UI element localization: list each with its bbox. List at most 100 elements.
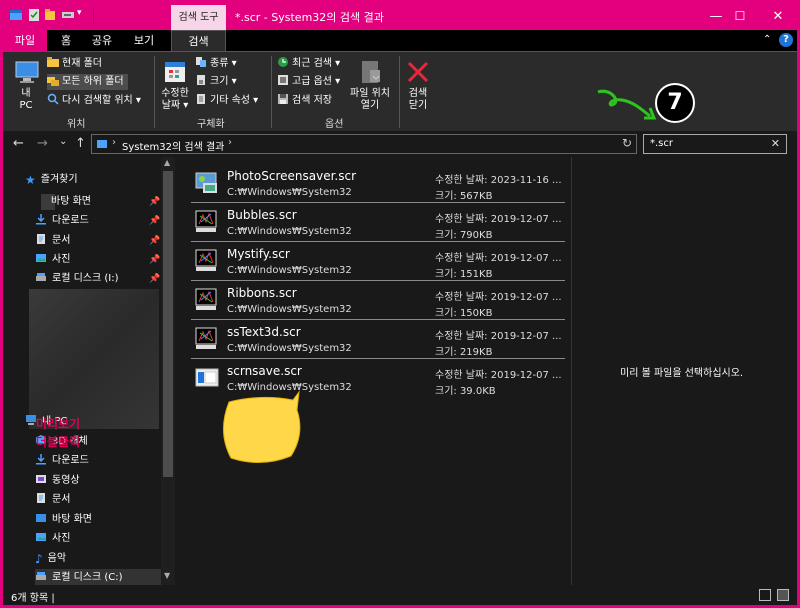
- save-icon: [278, 94, 288, 104]
- recent-locations-button[interactable]: ⌄: [59, 136, 67, 147]
- search-again-icon: [47, 93, 59, 105]
- kind-label: 종류 ▾: [210, 58, 237, 69]
- screensaver-icon: [195, 327, 217, 349]
- advanced-options-icon: [278, 75, 288, 85]
- rename-icon[interactable]: [61, 8, 75, 22]
- sidebar-item-label: 즐겨찾기: [40, 174, 78, 185]
- sidebar-item-videos[interactable]: 동영상: [35, 472, 80, 490]
- other-properties-button[interactable]: 기타 속성 ▾: [195, 93, 258, 109]
- sidebar-item-label: 다운로드: [52, 455, 89, 466]
- sidebar-item-music[interactable]: ♪ 음악: [35, 550, 66, 568]
- sidebar-item-label: 음악: [47, 553, 67, 564]
- file-name: Mystify.scr: [227, 247, 290, 261]
- pin-icon: 📌: [149, 216, 161, 226]
- list-item[interactable]: ssText3d.scr C:₩Windows₩System32 수정한 날짜:…: [191, 321, 565, 359]
- size-label: 크기 ▾: [210, 76, 237, 87]
- date-modified-line1: 수정한: [161, 88, 189, 99]
- sidebar-item-label: 로컬 디스크 (C:): [52, 572, 123, 583]
- clear-search-icon[interactable]: ✕: [771, 137, 780, 150]
- scrollbar-thumb[interactable]: [163, 171, 173, 477]
- document-icon: [37, 234, 45, 244]
- sidebar-item-desktop[interactable]: 바탕 화면: [37, 193, 91, 211]
- callout-text: 미리보기 더블클릭: [20, 415, 96, 451]
- open-file-location-line1: 파일 위치: [350, 88, 390, 99]
- pin-icon: 📌: [149, 274, 161, 284]
- download-icon: [36, 214, 46, 225]
- explorer-app-icon: [10, 10, 22, 20]
- up-button[interactable]: ↑: [75, 136, 86, 151]
- navigation-scrollbar[interactable]: ▲ ▼: [161, 157, 175, 585]
- date-modified-button[interactable]: 수정한 날짜 ▾: [158, 58, 192, 112]
- this-pc-label-line2: PC: [19, 100, 33, 111]
- tab-share[interactable]: 공유: [87, 30, 117, 51]
- list-item[interactable]: Ribbons.scr C:₩Windows₩System32 수정한 날짜: …: [191, 282, 565, 320]
- search-results-icon: [97, 140, 107, 148]
- file-modified: 수정한 날짜: 2019-12-07 ...: [435, 214, 562, 225]
- tab-search[interactable]: 검색: [171, 30, 226, 51]
- pin-icon: 📌: [149, 255, 161, 265]
- kind-icon: [196, 57, 206, 67]
- computer-icon: [15, 61, 39, 83]
- scroll-up-icon[interactable]: ▲: [164, 158, 170, 167]
- sidebar-item-drive-i[interactable]: 로컬 디스크 (I:): [35, 270, 118, 288]
- search-again-button[interactable]: 다시 검색할 위치 ▾: [47, 93, 141, 109]
- open-file-location-button[interactable]: 파일 위치 열기: [345, 58, 395, 112]
- new-folder-quick-icon[interactable]: [43, 8, 57, 22]
- save-search-button[interactable]: 검색 저장: [277, 93, 332, 109]
- close-button[interactable]: ✕: [755, 3, 797, 30]
- ribbon-collapse-icon[interactable]: ⌃: [763, 34, 771, 45]
- sidebar-item-pictures-pc[interactable]: 사진: [35, 530, 70, 548]
- properties-icon[interactable]: [27, 8, 41, 22]
- help-icon[interactable]: ?: [779, 33, 793, 47]
- recent-searches-button[interactable]: 최근 검색 ▾: [277, 56, 340, 72]
- file-name: PhotoScreensaver.scr: [227, 169, 357, 183]
- large-icons-view-icon[interactable]: [777, 589, 789, 601]
- refresh-icon[interactable]: ↻: [622, 136, 632, 150]
- this-pc-button[interactable]: 내 PC: [13, 58, 39, 112]
- sidebar-item-downloads[interactable]: 다운로드: [35, 212, 89, 230]
- list-item[interactable]: Bubbles.scr C:₩Windows₩System32 수정한 날짜: …: [191, 204, 565, 242]
- list-item[interactable]: Mystify.scr C:₩Windows₩System32 수정한 날짜: …: [191, 243, 565, 281]
- scroll-down-icon[interactable]: ▼: [164, 571, 170, 580]
- address-bar[interactable]: › System32의 검색 결과 › ↻: [91, 134, 637, 154]
- window-title: *.scr - System32의 검색 결과: [235, 11, 384, 24]
- search-input[interactable]: *.scr ✕: [643, 134, 787, 154]
- navigation-pane: ★ 즐겨찾기 바탕 화면 📌 다운로드 📌 문서 📌 사진 📌 로컬 디스크 (I…: [3, 157, 175, 587]
- sidebar-item-quick-access[interactable]: ★ 즐겨찾기: [25, 171, 78, 189]
- all-subfolders-button[interactable]: 모든 하위 폴더: [47, 74, 128, 90]
- sidebar-item-label: 문서: [52, 235, 71, 246]
- ribbon-separator: [399, 56, 400, 128]
- download-icon: [36, 454, 46, 465]
- advanced-options-button[interactable]: 고급 옵션 ▾: [277, 74, 340, 90]
- search-value: *.scr: [650, 138, 673, 149]
- details-view-icon[interactable]: [759, 589, 771, 601]
- quick-access-dropdown[interactable]: ▾: [77, 8, 82, 18]
- tab-file[interactable]: 파일: [3, 30, 47, 51]
- sidebar-item-desktop-pc[interactable]: 바탕 화면: [35, 511, 92, 529]
- tab-home[interactable]: 홈: [53, 30, 79, 51]
- file-modified: 수정한 날짜: 2019-12-07 ...: [435, 253, 562, 264]
- drive-icon: [36, 572, 46, 580]
- back-button[interactable]: ←: [13, 136, 24, 151]
- forward-button[interactable]: →: [37, 136, 48, 151]
- sidebar-item-downloads-pc[interactable]: 다운로드: [35, 452, 89, 470]
- kind-button[interactable]: 종류 ▾: [195, 56, 237, 72]
- close-search-button[interactable]: 검색 닫기: [401, 58, 435, 112]
- sidebar-item-pictures[interactable]: 사진: [35, 251, 70, 269]
- size-icon: [197, 75, 205, 85]
- sidebar-item-documents[interactable]: 문서: [35, 232, 70, 250]
- sidebar-item-documents-pc[interactable]: 문서: [35, 491, 70, 509]
- address-chevron-icon[interactable]: ›: [228, 137, 232, 148]
- title-bar: ▾ 검색 도구 *.scr - System32의 검색 결과 — ☐ ✕: [3, 3, 797, 30]
- list-item[interactable]: PhotoScreensaver.scr C:₩Windows₩System32…: [191, 165, 565, 203]
- recent-searches-icon: [278, 57, 288, 67]
- file-modified: 수정한 날짜: 2019-12-07 ...: [435, 370, 562, 381]
- file-modified: 수정한 날짜: 2019-12-07 ...: [435, 331, 562, 342]
- sidebar-item-label: 다운로드: [52, 215, 89, 226]
- sidebar-item-label: 사진: [52, 533, 71, 544]
- tab-view[interactable]: 보기: [127, 30, 161, 51]
- current-folder-button[interactable]: 현재 폴더: [47, 56, 102, 72]
- advanced-options-label: 고급 옵션 ▾: [292, 76, 341, 87]
- size-button[interactable]: 크기 ▾: [195, 74, 237, 90]
- file-size: 크기: 39.0KB: [435, 386, 496, 397]
